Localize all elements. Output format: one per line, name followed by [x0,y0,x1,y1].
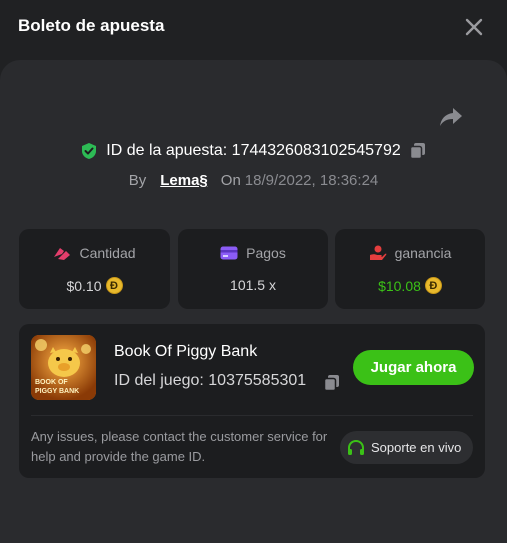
payout-card-icon [220,246,238,260]
live-support-button[interactable]: Soporte en vivo [340,431,473,464]
bet-id-row: ID de la apuesta: 1744326083102545792 [0,140,507,162]
stat-value: 101.5 x [230,277,276,293]
bet-meta-row: By Lema§ On 18/9/2022, 18:36:24 [0,170,507,190]
thumbnail-text-2: PIGGY BANK [35,388,80,395]
bet-date: 18/9/2022, 18:36:24 [244,171,379,189]
close-icon[interactable] [464,17,484,37]
game-name: Book Of Piggy Bank [114,343,258,360]
support-label: Soporte en vivo [371,440,462,455]
headset-icon [348,439,364,455]
coin-icon: Đ [105,277,123,294]
copy-icon[interactable] [409,142,427,160]
stat-label: ganancia [394,245,452,261]
game-id: ID del juego: 10375585301 [114,372,307,389]
divider [31,415,473,416]
modal-header: Boleto de apuesta [0,0,507,60]
verified-shield-icon [82,143,97,159]
stat-value: $10.08 [378,277,421,294]
stat-profit: ganancia $10.08 Đ [335,229,485,309]
bet-id: ID de la apuesta: 1744326083102545792 [106,142,401,159]
stat-amount: Cantidad $0.10 Đ [19,229,170,309]
stat-label: Pagos [246,245,286,261]
coin-icon: Đ [424,277,442,294]
profit-hand-icon [369,245,386,260]
by-label: By [128,171,147,189]
stat-label: Cantidad [79,245,136,261]
game-thumbnail[interactable]: BOOK OF PIGGY BANK [31,335,96,400]
stat-payout: Pagos 101.5 x [178,229,328,309]
help-text: Any issues, please contact the customer … [31,429,328,464]
copy-game-id-icon[interactable] [323,374,341,392]
share-icon[interactable] [438,106,464,128]
game-card: BOOK OF PIGGY BANK Book Of Piggy Bank ID… [19,324,485,478]
user-link[interactable]: Lema§ [160,172,208,189]
play-now-button[interactable]: Jugar ahora [353,350,474,385]
bet-amount-icon [54,248,71,260]
on-label: On [220,171,241,189]
thumbnail-text-1: BOOK OF [35,379,68,386]
modal-title: Boleto de apuesta [18,16,165,35]
stat-value: $0.10 [66,277,102,294]
